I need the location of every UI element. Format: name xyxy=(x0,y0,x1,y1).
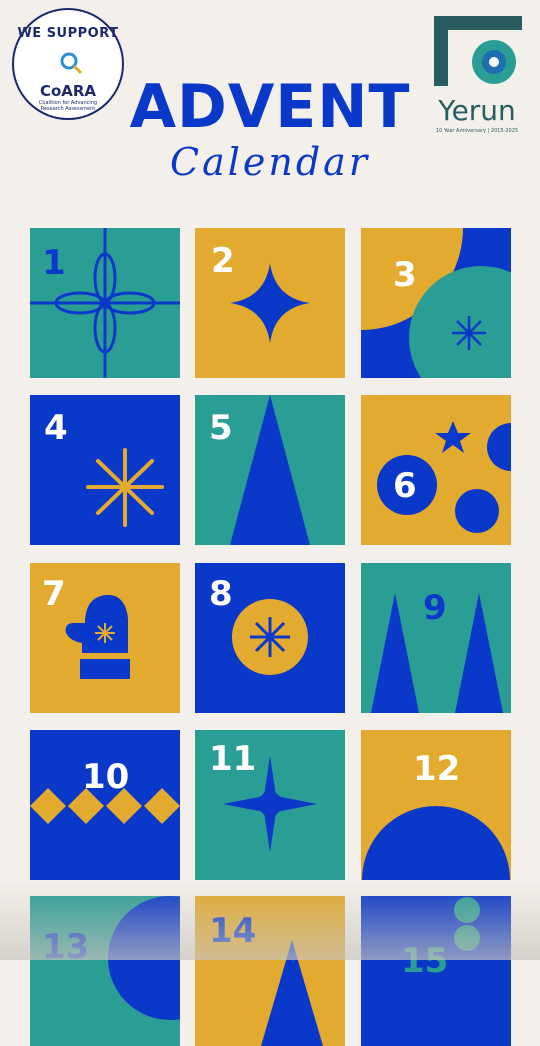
day-9-tile[interactable]: 9 xyxy=(361,563,511,713)
day-14-tile[interactable]: 14 xyxy=(195,896,345,1046)
day-11-tile[interactable]: 11 xyxy=(195,730,345,880)
day-number: 7 xyxy=(42,574,66,614)
day-13-tile[interactable]: 13 xyxy=(30,896,180,1046)
day-10-tile[interactable]: 10 xyxy=(30,730,180,880)
ornaments-icon xyxy=(377,421,511,533)
day-number: 1 xyxy=(42,243,66,283)
day-number: 13 xyxy=(42,927,90,967)
page-subtitle: Calendar xyxy=(170,140,370,184)
day-number: 14 xyxy=(209,911,257,951)
day-number: 3 xyxy=(393,255,417,295)
day-5-tile[interactable]: 5 xyxy=(195,395,345,545)
day-number: 2 xyxy=(211,241,235,281)
day-number: 8 xyxy=(209,574,233,614)
day-6-tile[interactable]: 6 xyxy=(361,395,511,545)
day-number: 6 xyxy=(393,466,417,506)
day-8-tile[interactable]: 8 xyxy=(195,563,345,713)
day-number: 10 xyxy=(82,757,130,797)
day-number: 5 xyxy=(209,408,233,448)
day-12-tile[interactable]: 12 xyxy=(361,730,511,880)
circle-icon xyxy=(108,896,180,1020)
day-3-tile[interactable]: 3 xyxy=(361,228,511,378)
day-1-tile[interactable]: 1 xyxy=(30,228,180,378)
day-number: 9 xyxy=(423,588,447,628)
circles-snowflake-icon xyxy=(361,228,511,378)
diamonds-icon xyxy=(30,788,180,824)
day-7-tile[interactable]: 7 xyxy=(30,563,180,713)
two-trees-icon xyxy=(371,593,503,713)
coara-top-text: WE SUPPORT xyxy=(17,26,119,41)
day-15-tile[interactable]: 15 xyxy=(361,896,511,1046)
day-number: 12 xyxy=(413,749,461,789)
page-title: ADVENT xyxy=(129,72,411,142)
day-4-tile[interactable]: 4 xyxy=(30,395,180,545)
day-number: 4 xyxy=(44,408,68,448)
day-number: 15 xyxy=(401,941,449,981)
day-2-tile[interactable]: 2 xyxy=(195,228,345,378)
day-number: 11 xyxy=(209,739,257,779)
